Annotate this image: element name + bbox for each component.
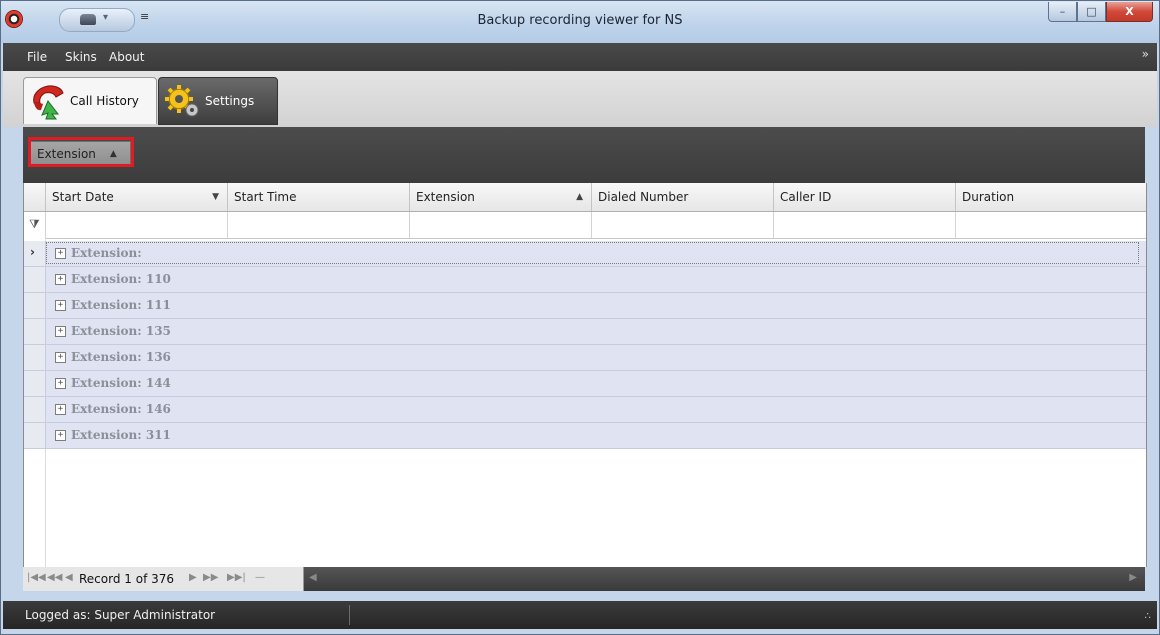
menu-skins[interactable]: Skins [65,50,97,64]
expand-icon[interactable]: + [55,300,66,311]
column-header-label: Start Date [52,190,114,204]
group-row-label: Extension: 146 [71,402,171,416]
group-chip-extension[interactable]: Extension ▲ [29,141,131,167]
column-header-label: Duration [962,190,1015,204]
group-row[interactable]: + Extension: 110 [24,267,1146,293]
row-indicator: › [24,241,46,266]
focus-outline [46,242,1139,264]
next-record-button[interactable]: ▶ [189,572,197,583]
column-header-extension[interactable]: Extension ▲ [410,183,592,211]
next-page-button[interactable]: ▶▶ [203,572,218,583]
group-by-panel: Extension ▲ [23,127,1145,183]
status-separator [349,605,350,625]
column-header-duration[interactable]: Duration [956,183,1146,211]
group-row[interactable]: › + Extension: [24,241,1146,267]
sort-ascending-icon: ▲ [576,192,583,202]
group-row-label: Extension: 136 [71,350,171,364]
row-indicator [24,319,46,344]
group-row-label: Extension: 144 [71,376,171,390]
filter-row: ⧩ [24,212,1146,239]
filter-cell-dialed-number[interactable] [592,212,774,238]
tab-call-history[interactable]: Call History [23,77,157,124]
expand-icon[interactable]: + [55,274,66,285]
close-button[interactable]: X [1106,2,1153,22]
row-indicator [24,293,46,318]
row-indicator [24,345,46,370]
expand-icon[interactable]: + [55,430,66,441]
filter-cell-caller-id[interactable] [774,212,956,238]
column-header-label: Start Time [234,190,297,204]
delete-record-button[interactable]: — [255,572,265,583]
group-row-label: Extension: 110 [71,272,171,286]
filter-cell-start-time[interactable] [228,212,410,238]
tab-strip: Call History Settings [3,71,1157,127]
column-header-caller-id[interactable]: Caller ID [774,183,956,211]
window-title: Backup recording viewer for NS [477,13,683,28]
minimize-button[interactable]: – [1048,2,1077,22]
grid-header: Start Date ▼ Start Time Extension ▲ Dial… [24,183,1146,212]
group-row[interactable]: + Extension: 136 [24,345,1146,371]
expand-icon[interactable]: + [55,378,66,389]
current-row-arrow-icon: › [30,245,35,259]
filter-cell-duration[interactable] [956,212,1146,238]
status-bar: Logged as: Super Administrator ∴ [3,601,1157,629]
row-indicator [24,267,46,292]
previous-record-button[interactable]: ◀ [65,572,73,583]
filter-cell-extension[interactable] [410,212,592,238]
maximize-button[interactable]: □ [1077,2,1106,22]
logged-user-status: Logged as: Super Administrator [25,608,216,622]
phone-icon [33,85,64,120]
title-bar: ▾ ≡ Backup recording viewer for NS – □ X [1,1,1159,43]
header-indicator-cell [24,183,46,211]
group-row[interactable]: + Extension: 311 [24,423,1146,449]
caption-buttons: – □ X [1048,2,1153,22]
column-header-start-date[interactable]: Start Date ▼ [46,183,228,211]
column-header-label: Extension [416,190,475,204]
row-indicator [24,423,46,448]
expand-icon[interactable]: + [55,326,66,337]
menu-about[interactable]: About [109,50,144,64]
tab-call-history-label: Call History [70,94,139,108]
call-history-grid: Start Date ▼ Start Time Extension ▲ Dial… [23,183,1147,567]
column-header-dialed-number[interactable]: Dialed Number [592,183,774,211]
filter-cell-start-date[interactable] [46,212,228,238]
row-indicator [24,371,46,396]
tab-settings[interactable]: Settings [158,77,278,125]
row-indicator [24,397,46,422]
expand-icon[interactable]: + [55,352,66,363]
gears-icon [165,85,199,117]
column-header-start-time[interactable]: Start Time [228,183,410,211]
group-row-label: Extension: 311 [71,428,171,442]
record-counter: Record 1 of 376 [79,572,175,586]
scroll-right-icon[interactable]: ▶ [1129,572,1137,583]
group-row[interactable]: + Extension: 111 [24,293,1146,319]
group-row[interactable]: + Extension: 146 [24,397,1146,423]
sort-ascending-icon: ▲ [109,149,117,159]
group-row-label: Extension: 111 [71,298,171,312]
menu-bar: File Skins About » [3,43,1157,71]
first-record-button[interactable]: |◀◀ [27,572,46,583]
app-window: ▾ ≡ Backup recording viewer for NS – □ X… [0,0,1160,635]
menu-file[interactable]: File [27,50,47,64]
group-chip-label: Extension [37,147,96,161]
expand-icon[interactable]: + [55,404,66,415]
group-row[interactable]: + Extension: 135 [24,319,1146,345]
record-navigator: |◀◀ ◀◀ ◀ Record 1 of 376 ▶ ▶▶ ▶▶| — ◀ ▶ [23,567,1145,591]
sort-descending-icon: ▼ [212,192,219,202]
navigator-controls: |◀◀ ◀◀ ◀ Record 1 of 376 ▶ ▶▶ ▶▶| — [23,567,304,591]
collapse-ribbon-icon[interactable]: » [1142,47,1149,61]
scroll-left-icon[interactable]: ◀ [309,572,317,583]
group-row-label: Extension: 135 [71,324,171,338]
resize-grip-icon[interactable]: ∴ [1145,611,1151,622]
column-header-label: Caller ID [780,190,832,204]
filter-indicator: ⧩ [24,212,46,238]
previous-page-button[interactable]: ◀◀ [47,572,62,583]
last-record-button[interactable]: ▶▶| [227,572,246,583]
tab-settings-label: Settings [205,94,255,108]
filter-icon: ⧩ [29,217,40,231]
group-row[interactable]: + Extension: 144 [24,371,1146,397]
column-header-label: Dialed Number [598,190,689,204]
